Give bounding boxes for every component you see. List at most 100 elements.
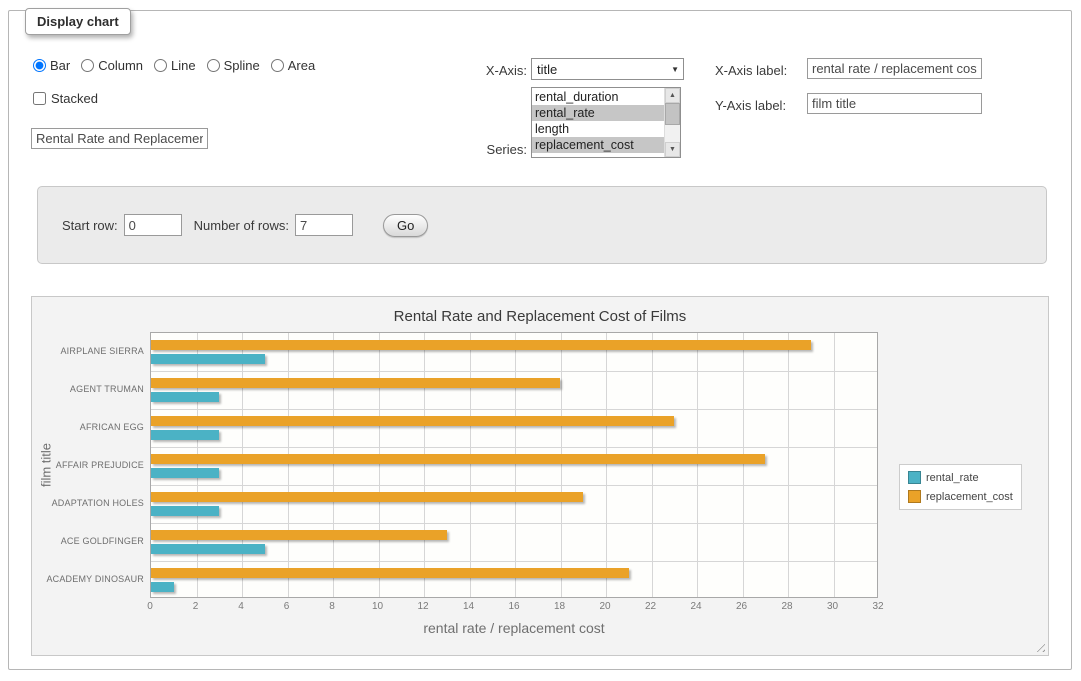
chart-type-options: Bar Column Line Spline Area — [33, 58, 326, 73]
x-axis-selected-value: title — [537, 62, 557, 77]
x-axis-label-input[interactable] — [807, 58, 982, 79]
gridline — [151, 561, 877, 562]
chart-bar — [151, 568, 629, 578]
chart-bar — [151, 582, 174, 592]
x-tick-label: 4 — [238, 601, 244, 612]
chart-bar — [151, 378, 560, 388]
category-label: AIRPLANE SIERRA — [36, 332, 144, 370]
rows-form: Start row: Number of rows: Go — [37, 186, 1047, 264]
chart-title-input[interactable] — [31, 128, 208, 149]
legend-swatch-icon — [908, 490, 921, 503]
gridline — [743, 333, 744, 597]
x-tick-label: 32 — [872, 601, 883, 612]
series-option[interactable]: length — [532, 121, 664, 137]
x-axis-label-label: X-Axis label: — [715, 63, 801, 78]
gridline — [151, 523, 877, 524]
series-option[interactable]: rental_rate — [532, 105, 664, 121]
line-radio[interactable] — [154, 59, 167, 72]
chart-bar — [151, 544, 265, 554]
area-radio[interactable] — [271, 59, 284, 72]
plot-area — [150, 332, 878, 598]
x-tick-label: 0 — [147, 601, 153, 612]
category-label: ADAPTATION HOLES — [36, 484, 144, 522]
radio-option-spline[interactable]: Spline — [207, 58, 260, 73]
scroll-down-icon[interactable]: ▼ — [665, 142, 680, 157]
start-row-input[interactable] — [124, 214, 182, 236]
x-tick-label: 6 — [284, 601, 290, 612]
gridline — [151, 447, 877, 448]
x-axis-select[interactable]: title ▼ — [531, 58, 684, 80]
x-tick-label: 16 — [508, 601, 519, 612]
legend-label: rental_rate — [926, 472, 979, 484]
stacked-option[interactable]: Stacked — [33, 91, 98, 106]
series-options: rental_durationrental_ratelengthreplacem… — [532, 88, 664, 157]
start-row-label: Start row: — [62, 218, 118, 233]
category-label: AFRICAN EGG — [36, 408, 144, 446]
chart-bar — [151, 492, 583, 502]
y-axis-label-input[interactable] — [807, 93, 982, 114]
chart-bar — [151, 354, 265, 364]
display-chart-fieldset: Display chart Bar Column Line Spline Are… — [8, 10, 1072, 670]
chart-container: Rental Rate and Replacement Cost of Film… — [31, 296, 1049, 656]
gridline — [470, 333, 471, 597]
legend-label: replacement_cost — [926, 491, 1013, 503]
legend-swatch-icon — [908, 471, 921, 484]
column-radio[interactable] — [81, 59, 94, 72]
gridline — [333, 333, 334, 597]
radio-option-area[interactable]: Area — [271, 58, 315, 73]
x-tick-label: 20 — [599, 601, 610, 612]
x-tick-label: 12 — [417, 601, 428, 612]
category-label: ACADEMY DINOSAUR — [36, 560, 144, 598]
chart-bar — [151, 506, 219, 516]
bar-radio[interactable] — [33, 59, 46, 72]
scrollbar-thumb[interactable] — [665, 103, 680, 125]
dropdown-arrow-icon: ▼ — [671, 65, 679, 74]
legend-item: replacement_cost — [908, 490, 1013, 503]
x-tick-label: 28 — [781, 601, 792, 612]
chart-bar — [151, 530, 447, 540]
scrollbar-track[interactable] — [665, 103, 680, 142]
x-axis-title: rental rate / replacement cost — [150, 620, 878, 636]
x-tick-label: 2 — [193, 601, 199, 612]
gridline — [288, 333, 289, 597]
series-option[interactable]: replacement_cost — [532, 137, 664, 153]
radio-option-line[interactable]: Line — [154, 58, 196, 73]
line-radio-label: Line — [171, 58, 196, 73]
gridline — [424, 333, 425, 597]
x-tick-label: 30 — [827, 601, 838, 612]
gridline — [379, 333, 380, 597]
series-option[interactable]: rental_duration — [532, 89, 664, 105]
fieldset-legend: Display chart — [25, 8, 131, 35]
radio-option-column[interactable]: Column — [81, 58, 143, 73]
spline-radio-label: Spline — [224, 58, 260, 73]
gridline — [561, 333, 562, 597]
scroll-up-icon[interactable]: ▲ — [665, 88, 680, 103]
series-select: rental_durationrental_ratelengthreplacem… — [531, 87, 681, 158]
x-tick-label: 26 — [736, 601, 747, 612]
category-label: ACE GOLDFINGER — [36, 522, 144, 560]
num-rows-input[interactable] — [295, 214, 353, 236]
x-tick-label: 24 — [690, 601, 701, 612]
x-tick-label: 14 — [463, 601, 474, 612]
radio-option-bar[interactable]: Bar — [33, 58, 70, 73]
stacked-checkbox[interactable] — [33, 92, 46, 105]
series-select-label: Series: — [429, 142, 527, 157]
resize-handle-icon[interactable] — [1033, 640, 1045, 652]
x-tick-label: 10 — [372, 601, 383, 612]
chart-bar — [151, 430, 219, 440]
legend-item: rental_rate — [908, 471, 1013, 484]
category-label: AFFAIR PREJUDICE — [36, 446, 144, 484]
gridline — [151, 485, 877, 486]
x-axis-select-label: X-Axis: — [429, 63, 527, 78]
category-labels: AIRPLANE SIERRAAGENT TRUMANAFRICAN EGGAF… — [32, 332, 144, 598]
gridline — [697, 333, 698, 597]
series-scrollbar[interactable]: ▲ ▼ — [664, 88, 680, 157]
spline-radio[interactable] — [207, 59, 220, 72]
x-tick-label: 18 — [554, 601, 565, 612]
go-button[interactable]: Go — [383, 214, 428, 237]
x-tick-label: 8 — [329, 601, 335, 612]
x-tick-label: 22 — [645, 601, 656, 612]
gridline — [834, 333, 835, 597]
bar-radio-label: Bar — [50, 58, 70, 73]
x-tick-labels: 02468101214161820222426283032 — [150, 601, 878, 615]
